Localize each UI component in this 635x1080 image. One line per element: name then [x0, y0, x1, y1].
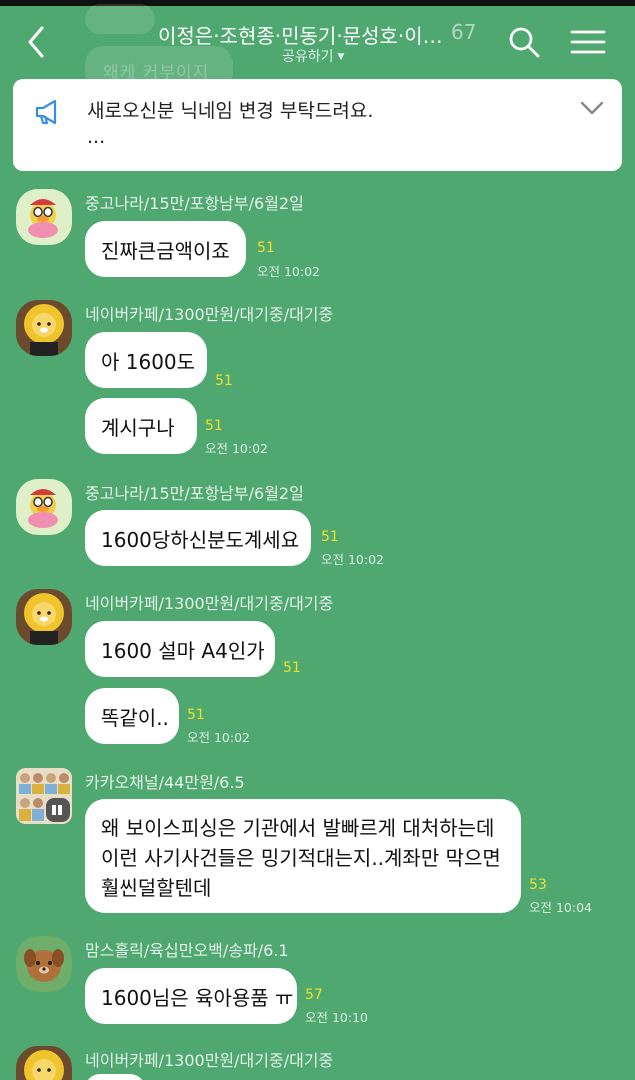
unread-count: 51 — [321, 529, 339, 545]
message-line: 이런 사기사건들은 밍기적대는지..계좌만 막으면 — [101, 846, 501, 870]
share-label: 공유하기 — [282, 49, 334, 65]
chevron-down-icon — [580, 101, 604, 115]
message-bubble[interactable]: 똑같이.. — [85, 688, 179, 744]
message-bubble[interactable]: 1600님은 육아용품 ㅠ — [85, 968, 297, 1024]
message-time: 오전 10:02 — [257, 264, 320, 279]
notice-text: 새로오신분 닉네임 변경 부탁드려요. ... — [87, 98, 373, 150]
caret-down-icon: ▼ — [337, 52, 345, 62]
message-bubble[interactable]: 1600 설마 A4인가 — [85, 621, 275, 677]
avatar[interactable] — [16, 1046, 72, 1080]
message-bubble[interactable]: 아 1600도 — [85, 332, 207, 388]
duck-character-icon — [28, 199, 58, 238]
avatar[interactable] — [16, 479, 72, 535]
chat-title: 이정은·조현종·민동기·문성호·이… — [158, 24, 443, 48]
chevron-left-icon — [28, 26, 44, 58]
avatar[interactable] — [16, 589, 72, 645]
hamburger-menu-icon — [570, 30, 606, 54]
sender-name: 카카오채널/44만원/6.5 — [85, 773, 245, 792]
message-bubble[interactable]: 진짜큰금액이죠 — [85, 221, 246, 277]
notice-line: ... — [87, 126, 106, 148]
message-time: 오전 10:10 — [305, 1010, 368, 1025]
message-bubble[interactable]: 왜 보이스피싱은 기관에서 발빠르게 대처하는데 이런 사기사건들은 밍기적대는… — [85, 799, 521, 913]
sender-name: 네이버카페/1300만원/대기중/대기중 — [85, 594, 334, 613]
dog-character-icon — [24, 949, 64, 982]
message-time: 오전 10:02 — [187, 730, 250, 745]
message-time: 오전 10:02 — [321, 552, 384, 567]
notice-expand-button[interactable] — [578, 96, 606, 122]
unread-count: 51 — [257, 240, 275, 256]
member-count: 67 — [451, 20, 477, 44]
message-line: 왜 보이스피싱은 기관에서 발빠르게 대처하는데 — [101, 816, 495, 840]
lion-character-icon — [24, 593, 64, 645]
message-bubble[interactable]: 계시구나 — [85, 398, 197, 454]
lion-character-icon — [24, 304, 64, 356]
avatar[interactable] — [16, 300, 72, 356]
megaphone-icon — [33, 97, 63, 127]
sender-name: 중고나라/15만/포항남부/6월2일 — [85, 484, 304, 503]
message-bubble[interactable]: 1600당하신분도계세요 — [85, 510, 311, 566]
message-line: 훨씬덜할텐데 — [101, 876, 212, 900]
share-button[interactable]: 공유하기 ▼ — [282, 46, 344, 66]
avatar[interactable] — [16, 936, 72, 992]
search-button[interactable] — [506, 24, 542, 60]
unread-count: 57 — [305, 987, 323, 1003]
menu-button[interactable] — [568, 24, 608, 60]
group-photo-icon — [16, 768, 72, 824]
unread-count: 53 — [529, 877, 547, 893]
unread-count: 51 — [205, 418, 223, 434]
notice-line: 새로오신분 닉네임 변경 부탁드려요. — [87, 100, 374, 122]
sender-name: 중고나라/15만/포항남부/6월2일 — [85, 194, 304, 213]
avatar[interactable] — [16, 189, 72, 245]
chat-header: 이정은·조현종·민동기·문성호·이… 67 공유하기 ▼ — [0, 6, 635, 74]
notice-banner[interactable]: 새로오신분 닉네임 변경 부탁드려요. ... — [13, 79, 622, 171]
message-bubble[interactable] — [85, 1074, 145, 1080]
duck-character-icon — [28, 489, 58, 528]
sender-name: 네이버카페/1300만원/대기중/대기중 — [85, 305, 334, 324]
search-icon — [509, 27, 540, 58]
unread-count: 51 — [215, 373, 233, 389]
lion-character-icon — [24, 1050, 64, 1080]
message-time: 오전 10:02 — [205, 441, 268, 456]
message-time: 오전 10:04 — [529, 900, 592, 915]
avatar[interactable] — [16, 768, 72, 824]
back-button[interactable] — [18, 22, 58, 62]
sender-name: 네이버카페/1300만원/대기중/대기중 — [85, 1051, 334, 1070]
unread-count: 51 — [187, 707, 205, 723]
sender-name: 맘스홀릭/육십만오백/송파/6.1 — [85, 941, 289, 960]
unread-count: 51 — [283, 660, 301, 676]
